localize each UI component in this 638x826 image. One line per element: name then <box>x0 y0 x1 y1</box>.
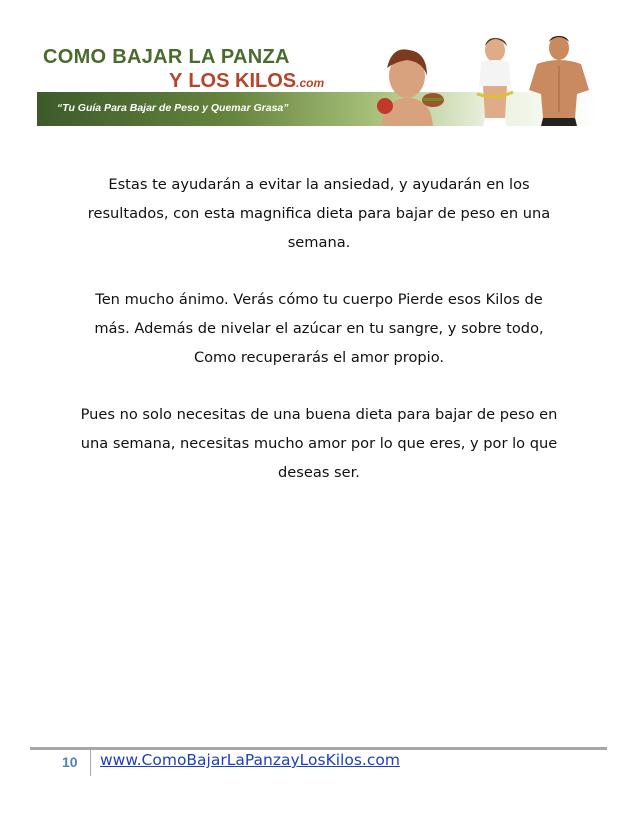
muscular-man-figure <box>529 36 589 126</box>
paragraph-2: Ten mucho ánimo. Verás cómo tu cuerpo Pi… <box>94 291 544 366</box>
footer-website-link[interactable]: www.ComoBajarLaPanzayLosKilos.com <box>100 751 400 769</box>
banner-title-line2: y Los kilos.com <box>169 70 324 93</box>
paragraph-1: Estas te ayudarán a evitar la ansiedad, … <box>87 176 551 251</box>
banner-title-line1: Como bajar la panza <box>43 46 290 69</box>
slim-woman-figure <box>476 38 514 126</box>
body-content: Estas te ayudarán a evitar la ansiedad, … <box>34 170 604 515</box>
footer-divider <box>90 750 91 776</box>
banner-title-text-1: Como bajar la panza <box>43 46 290 68</box>
banner-title-text-2: Los kilos <box>188 70 297 92</box>
header-banner: Como bajar la panza y Los kilos.com “Tu G… <box>37 28 599 126</box>
woman-with-fruit-figure <box>377 49 444 126</box>
banner-title-dotcom: .com <box>296 76 325 90</box>
paragraph-3: Pues no solo necesitas de una buena diet… <box>80 406 558 481</box>
page-number: 10 <box>62 754 78 770</box>
banner-tagline: “Tu Guía Para Bajar de Peso y Quemar Gra… <box>57 102 289 114</box>
banner-photos-illustration <box>377 36 589 126</box>
footer-rule <box>30 747 607 750</box>
banner-title-y: y <box>169 70 183 92</box>
